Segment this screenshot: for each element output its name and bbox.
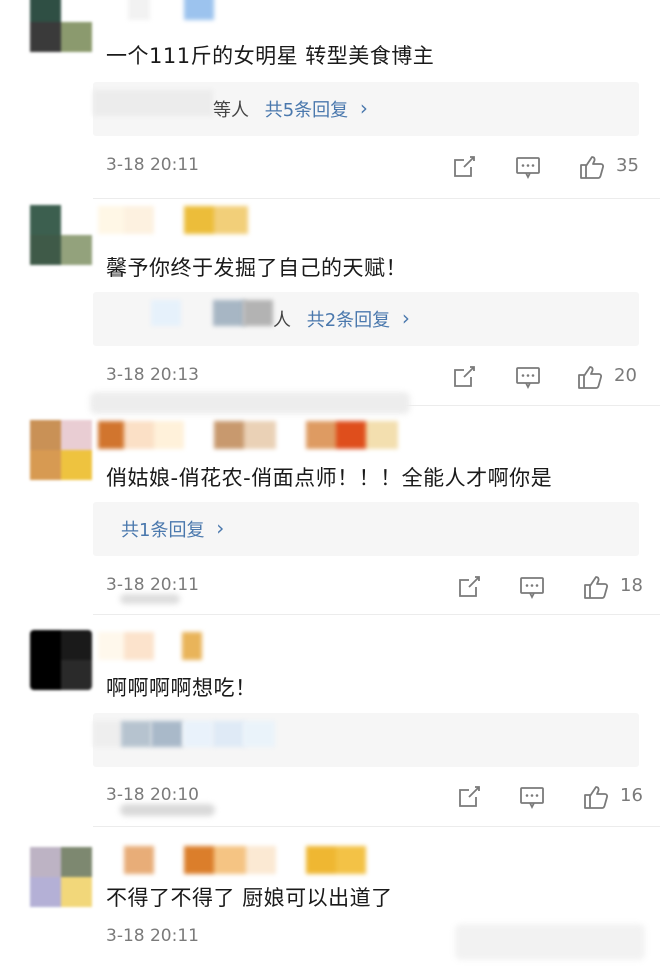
divider (93, 614, 660, 615)
share-icon[interactable] (455, 573, 485, 603)
like-count: 35 (616, 155, 639, 176)
reply-count-link[interactable]: 共5条回复 (265, 100, 348, 121)
username-blurred[interactable] (98, 0, 238, 20)
avatar[interactable] (30, 630, 92, 690)
comment-icon[interactable] (514, 363, 544, 393)
blur-artifact (90, 392, 410, 414)
avatar[interactable] (30, 847, 92, 907)
reply-summary[interactable] (93, 713, 639, 767)
chevron-right-icon: › (216, 516, 225, 540)
comment-time: 3-18 20:11 (106, 155, 199, 175)
reply-count-link[interactable]: 共1条回复 (121, 520, 204, 541)
like-icon[interactable] (582, 573, 612, 603)
blur-artifact (120, 594, 180, 604)
share-icon[interactable] (450, 363, 480, 393)
like-icon[interactable] (576, 363, 606, 393)
comment-text: 俏姑娘-俏花农-俏面点师！！！全能人才啊你是 (106, 466, 553, 490)
comment-time: 3-18 20:13 (106, 365, 199, 385)
reply-participants: 等人 (213, 100, 249, 121)
like-icon[interactable] (578, 153, 608, 183)
comment-time: 3-18 20:11 (106, 575, 199, 595)
comment-icon[interactable] (518, 783, 548, 813)
comment-text: 一个111斤的女明星 转型美食博主 (106, 44, 435, 68)
avatar[interactable] (30, 0, 92, 52)
reply-summary[interactable]: 共1条回复 › (93, 502, 639, 556)
comment-text: 不得了不得了 厨娘可以出道了 (106, 886, 393, 910)
chevron-right-icon: › (401, 306, 410, 330)
like-count: 18 (620, 575, 643, 596)
username-blurred[interactable] (98, 206, 268, 234)
share-icon[interactable] (450, 153, 480, 183)
comment-time: 3-18 20:11 (106, 926, 199, 946)
like-icon[interactable] (582, 783, 612, 813)
blur-artifact (455, 924, 645, 960)
avatar[interactable] (30, 205, 92, 265)
avatar[interactable] (30, 420, 92, 480)
like-count: 16 (620, 785, 643, 806)
comment-icon[interactable] (518, 573, 548, 603)
comment-icon[interactable] (514, 153, 544, 183)
comment-time: 3-18 20:10 (106, 785, 199, 805)
reply-participants: 人 (273, 310, 291, 331)
username-blurred[interactable] (98, 846, 378, 874)
reply-summary[interactable]: 人 共2条回复 › (93, 292, 639, 346)
like-count: 20 (614, 365, 637, 386)
comment-text: 啊啊啊啊想吃！ (106, 676, 257, 700)
username-blurred[interactable] (98, 421, 408, 449)
divider (93, 198, 660, 199)
reply-summary[interactable]: 等人 共5条回复 › (93, 82, 639, 136)
reply-count-link[interactable]: 共2条回复 (307, 310, 390, 331)
comment-text: 馨予你终于发掘了自己的天赋！ (106, 256, 407, 280)
share-icon[interactable] (455, 783, 485, 813)
username-blurred[interactable] (98, 632, 208, 660)
blur-artifact (120, 804, 215, 816)
chevron-right-icon: › (359, 96, 368, 120)
divider (93, 826, 660, 827)
